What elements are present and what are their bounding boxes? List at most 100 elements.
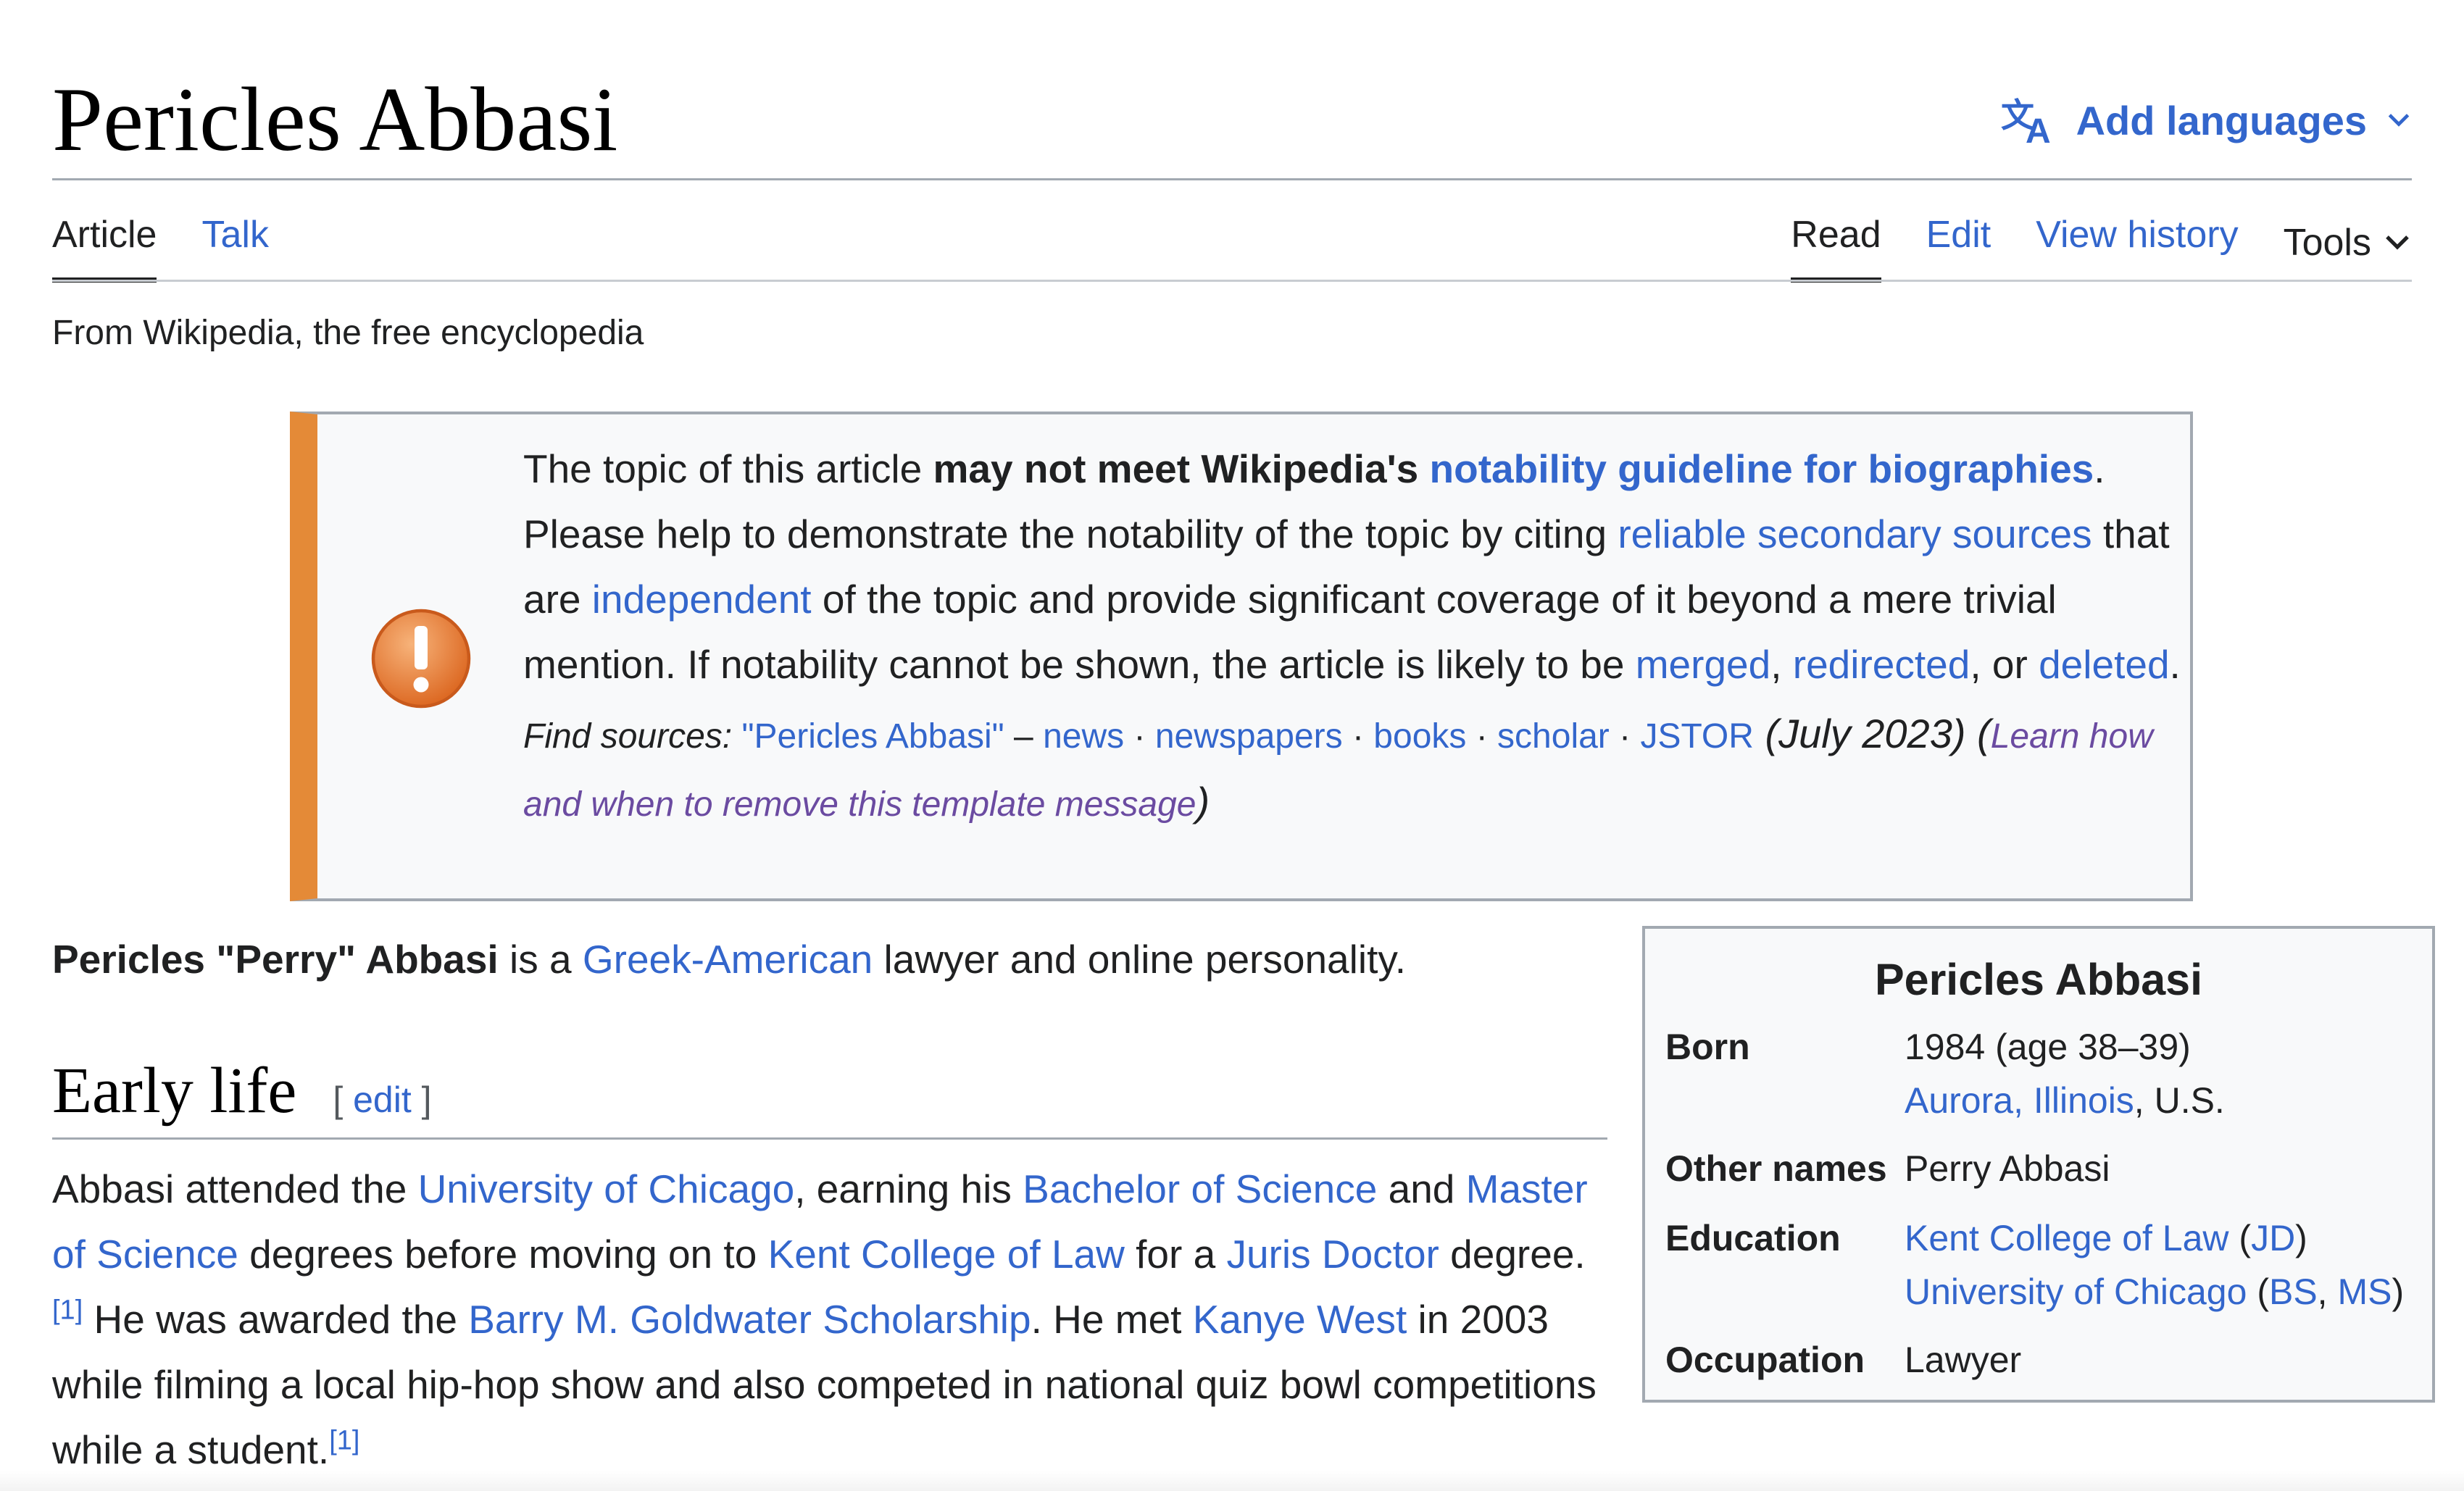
body-text: and: [1377, 1166, 1466, 1211]
find-sources: Find sources: "Pericles Abbasi" – news ·…: [523, 701, 2187, 838]
notice-text-part: The topic of this article: [523, 446, 933, 491]
section-edit: [ edit ]: [333, 1059, 431, 1140]
paren: (: [1977, 711, 1991, 756]
find-sources-jstor-link[interactable]: JSTOR: [1640, 717, 1753, 756]
paren: ): [2295, 1218, 2307, 1258]
bachelor-of-science-link[interactable]: Bachelor of Science: [1023, 1166, 1377, 1211]
section-heading-early-life: Early life [ edit ]: [52, 1051, 432, 1140]
infobox: Pericles Abbasi Born 1984 (age 38–39) Au…: [1642, 926, 2435, 1403]
page-bottom-edge: [0, 1471, 2464, 1491]
separator: ·: [1342, 717, 1374, 756]
infobox-row-born: Born 1984 (age 38–39) Aurora, Illinois, …: [1665, 1020, 2412, 1127]
jd-link[interactable]: JD: [2251, 1218, 2295, 1258]
bs-link[interactable]: BS: [2269, 1271, 2318, 1312]
greek-american-link[interactable]: Greek-American: [583, 937, 873, 982]
birth-year: 1984 (age 38–39): [1905, 1027, 2191, 1067]
body-text: . He met: [1031, 1297, 1193, 1342]
separator: –: [1004, 717, 1044, 756]
infobox-row-occupation: Occupation Lawyer: [1665, 1333, 2412, 1387]
warning-icon: [371, 609, 471, 709]
separator: ·: [1124, 717, 1155, 756]
juris-doctor-link[interactable]: Juris Doctor: [1226, 1232, 1439, 1277]
notice-date: (July 2023): [1753, 711, 1978, 756]
tools-label: Tools: [2283, 222, 2371, 264]
infobox-label: Other names: [1665, 1148, 1887, 1189]
separator: ·: [1466, 717, 1498, 756]
separator: ·: [1609, 717, 1641, 756]
aurora-illinois-link[interactable]: Aurora, Illinois: [1905, 1080, 2134, 1121]
kent-college-link[interactable]: Kent College of Law: [1905, 1218, 2229, 1258]
independent-link[interactable]: independent: [592, 577, 812, 622]
deleted-link[interactable]: deleted: [2039, 642, 2169, 687]
paren: (: [2228, 1218, 2252, 1258]
early-life-paragraph: Abbasi attended the University of Chicag…: [52, 1156, 1607, 1482]
tools-menu[interactable]: Tools: [2284, 203, 2412, 283]
bracket: ]: [411, 1079, 432, 1120]
find-sources-label: Find sources:: [523, 717, 733, 756]
merged-link[interactable]: merged: [1636, 642, 1770, 687]
translate-icon: 文 A: [2001, 96, 2051, 146]
body-text: degree.: [1439, 1232, 1586, 1277]
infobox-value: Perry Abbasi: [1905, 1148, 2110, 1189]
kent-college-of-law-link[interactable]: Kent College of Law: [768, 1232, 1125, 1277]
find-sources-scholar-link[interactable]: scholar: [1497, 717, 1610, 756]
ms-link[interactable]: MS: [2337, 1271, 2392, 1312]
infobox-label: Education: [1665, 1218, 1841, 1258]
section-divider: [52, 1137, 1607, 1140]
tab-read[interactable]: Read: [1791, 203, 1881, 283]
chevron-down-icon: [2386, 235, 2409, 250]
notice-text-part: ,: [1770, 642, 1793, 687]
paren: ): [2392, 1271, 2405, 1312]
university-of-chicago-link[interactable]: University of Chicago: [418, 1166, 795, 1211]
notability-guideline-link[interactable]: notability guideline for biographies: [1430, 446, 2094, 491]
infobox-value: 1984 (age 38–39) Aurora, Illinois, U.S.: [1905, 1020, 2412, 1127]
add-languages-label: Add languages: [2076, 97, 2367, 143]
tab-edit[interactable]: Edit: [1926, 203, 1991, 283]
view-tabs: Read Edit View history Tools: [1791, 203, 2412, 283]
reference-link[interactable]: [1]: [52, 1295, 83, 1326]
body-text: degrees before moving on to: [238, 1232, 768, 1277]
tabs-divider: [52, 280, 2412, 282]
education-entry: Kent College of Law (JD): [1905, 1211, 2412, 1265]
find-sources-books-link[interactable]: books: [1373, 717, 1466, 756]
education-entry: University of Chicago (BS, MS): [1905, 1265, 2412, 1319]
goldwater-scholarship-link[interactable]: Barry M. Goldwater Scholarship: [468, 1297, 1031, 1342]
section-title: Early life: [52, 1055, 297, 1127]
reliable-sources-link[interactable]: reliable secondary sources: [1618, 511, 2092, 556]
infobox-value: Kent College of Law (JD) University of C…: [1905, 1211, 2412, 1319]
lead-text: lawyer and online personality.: [873, 937, 1407, 982]
infobox-row-education: Education Kent College of Law (JD) Unive…: [1665, 1211, 2412, 1319]
infobox-value: Lawyer: [1905, 1340, 2022, 1380]
svg-text:A: A: [2026, 112, 2051, 146]
notice-text: The topic of this article may not meet W…: [523, 436, 2187, 838]
reference-link[interactable]: [1]: [329, 1426, 359, 1456]
lead-text: is a: [498, 937, 583, 982]
notice-bold-text: may not meet Wikipedia's: [933, 446, 1430, 491]
subject-name: Pericles "Perry" Abbasi: [52, 937, 499, 982]
title-divider: [52, 178, 2412, 180]
infobox-title: Pericles Abbasi: [1874, 955, 2203, 1004]
paren: (: [2247, 1271, 2269, 1312]
find-sources-newspapers-link[interactable]: newspapers: [1155, 717, 1343, 756]
birth-place: Aurora, Illinois, U.S.: [1905, 1074, 2412, 1127]
uchicago-link[interactable]: University of Chicago: [1905, 1271, 2247, 1312]
tab-article[interactable]: Article: [52, 203, 157, 283]
separator: ,: [2317, 1271, 2338, 1312]
section-edit-link[interactable]: edit: [353, 1079, 412, 1120]
infobox-label: Born: [1665, 1027, 1750, 1067]
notability-notice: The topic of this article may not meet W…: [290, 412, 2193, 901]
find-sources-news-link[interactable]: news: [1043, 717, 1124, 756]
tab-view-history[interactable]: View history: [2036, 203, 2238, 283]
find-sources-query-link[interactable]: "Pericles Abbasi": [741, 717, 1004, 756]
bracket: [: [333, 1079, 354, 1120]
page-title: Pericles Abbasi: [52, 70, 618, 170]
add-languages-button[interactable]: 文 A Add languages: [2001, 90, 2412, 151]
kanye-west-link[interactable]: Kanye West: [1193, 1297, 1407, 1342]
body-text: for a: [1124, 1232, 1227, 1277]
tab-talk[interactable]: Talk: [201, 203, 268, 283]
notice-text-part: .: [2169, 642, 2181, 687]
redirected-link[interactable]: redirected: [1793, 642, 1970, 687]
body-text: , earning his: [794, 1166, 1023, 1211]
lead-paragraph: Pericles "Perry" Abbasi is a Greek-Ameri…: [52, 924, 1589, 994]
country: , U.S.: [2134, 1080, 2225, 1121]
